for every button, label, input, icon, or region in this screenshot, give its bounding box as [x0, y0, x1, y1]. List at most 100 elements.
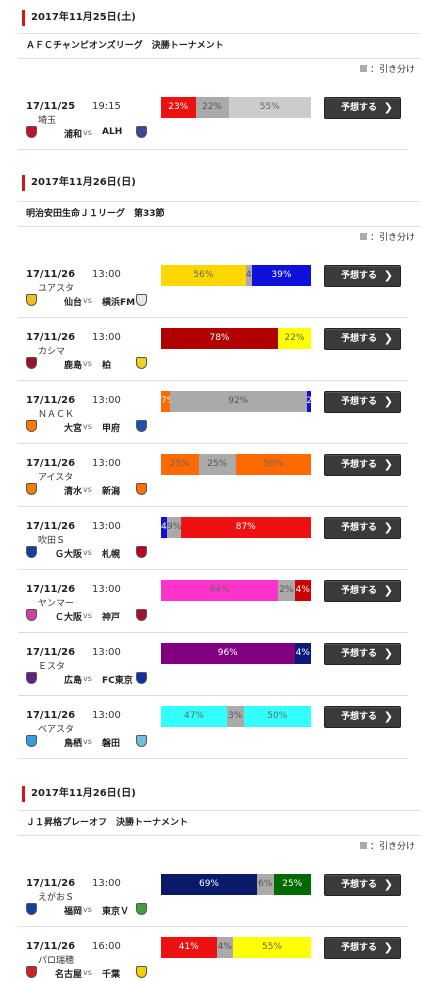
home-team-crest-icon [26, 609, 37, 621]
draw-legend: ：引き分け [360, 63, 415, 77]
venue-name: パロ瑞穂 [38, 956, 75, 966]
home-team-name: 清水 [63, 487, 82, 497]
prediction-bar: 96% 4% [161, 643, 311, 664]
chevron-right-icon: ❯ [383, 458, 393, 471]
home-team-crest-icon [26, 294, 37, 306]
predict-button-label: 予想する [341, 586, 378, 596]
away-team-crest-icon [136, 357, 147, 369]
match-date: 17/11/25 [26, 101, 76, 112]
home-team-name: Ｃ大阪 [54, 613, 82, 623]
away-team-crest-icon [136, 294, 147, 306]
home-team-crest-icon [26, 903, 37, 915]
predict-button[interactable]: 予想する ❯ [324, 97, 401, 119]
prediction-segment: 25% [273, 874, 311, 895]
predict-button[interactable]: 予想する ❯ [324, 328, 401, 350]
match-date: 17/11/26 [26, 710, 76, 721]
chevron-right-icon: ❯ [383, 584, 393, 597]
predict-button-label: 予想する [341, 460, 378, 470]
venue-name: ヤンマー [38, 599, 75, 609]
section-date-header: 2017年11月26日(日) [22, 786, 136, 802]
venue-name: 埼玉 [38, 116, 57, 126]
vs-label: vs [83, 485, 92, 494]
prediction-segment: 39% [251, 265, 311, 286]
kickoff-time: 13:00 [92, 710, 121, 721]
away-team-crest-icon [136, 735, 147, 747]
vs-label: vs [83, 905, 92, 914]
away-team-name: 甲府 [102, 424, 121, 434]
prediction-bar: 23% 22% 55% [161, 97, 311, 118]
teams: 浦和 vs ALH [24, 126, 154, 140]
prediction-segment: 9% [167, 517, 181, 538]
predict-button[interactable]: 予想する ❯ [324, 265, 401, 287]
prediction-segment: 3% [227, 706, 244, 727]
away-team-name: 柏 [102, 361, 112, 371]
match-date: 17/11/26 [26, 584, 76, 595]
home-team-crest-icon [26, 357, 37, 369]
home-team-crest-icon [26, 420, 37, 432]
chevron-right-icon: ❯ [383, 878, 393, 891]
kickoff-time: 13:00 [92, 521, 121, 532]
venue-name: カシマ [38, 347, 66, 357]
venue-name: ベアスタ [38, 725, 75, 735]
venue-name: Ｅスタ [38, 662, 66, 672]
match-date: 17/11/26 [26, 647, 76, 658]
prediction-segment: 22% [195, 97, 229, 118]
predict-button-label: 予想する [341, 649, 378, 659]
kickoff-time: 13:00 [92, 647, 121, 658]
prediction-bar: 94% 2% 4% [161, 580, 311, 601]
match-date: 17/11/26 [26, 269, 76, 280]
away-team-crest-icon [136, 420, 147, 432]
home-team-name: 鹿島 [63, 361, 82, 371]
draw-legend-label: ：引き分け [370, 65, 416, 75]
venue-name: ＮＡＣＫ [38, 410, 75, 420]
prediction-segment: 87% [180, 517, 311, 538]
home-team-name: 大宮 [63, 424, 82, 434]
section-date-header: 2017年11月26日(日) [22, 175, 136, 191]
away-team-name: 東京Ｖ [102, 907, 130, 917]
draw-legend: ：引き分け [360, 231, 415, 245]
match-date: 17/11/26 [26, 941, 76, 952]
kickoff-time: 16:00 [92, 941, 121, 952]
venue-name: ユアスタ [38, 284, 75, 294]
match-date: 17/11/26 [26, 395, 76, 406]
away-team-name: 札幌 [102, 550, 121, 560]
prediction-segment: 4% [294, 643, 311, 664]
prediction-bar: 56%4%39% [161, 265, 311, 286]
match-row: 17/11/26 13:00 ヤンマー Ｃ大阪 vs 神戸 94% 2% 4% 予想する ❯ [18, 570, 408, 633]
away-team-crest-icon [136, 672, 147, 684]
kickoff-time: 13:00 [92, 878, 121, 889]
away-team-name: ALH [102, 127, 123, 137]
prediction-segment: 41% [161, 937, 217, 958]
predict-button[interactable]: 予想する ❯ [324, 643, 401, 665]
vs-label: vs [83, 359, 92, 368]
prediction-segment: 50% [236, 454, 311, 475]
predict-button[interactable]: 予想する ❯ [324, 580, 401, 602]
away-team-crest-icon [136, 609, 147, 621]
venue-name: アイスタ [38, 473, 74, 483]
prediction-segment: 7% [161, 391, 170, 412]
predict-button[interactable]: 予想する ❯ [324, 706, 401, 728]
home-team-name: 仙台 [63, 298, 82, 308]
home-team-crest-icon [26, 735, 37, 747]
vs-label: vs [83, 611, 92, 620]
predict-button[interactable]: 予想する ❯ [324, 937, 401, 959]
predict-button[interactable]: 予想する ❯ [324, 874, 401, 896]
teams: 名古屋 vs 千葉 [24, 966, 154, 980]
chevron-right-icon: ❯ [383, 941, 393, 954]
section-date-header: 2017年11月25日(土) [22, 10, 136, 26]
draw-legend-swatch [360, 842, 367, 849]
kickoff-time: 13:00 [92, 332, 121, 343]
home-team-crest-icon [26, 966, 37, 978]
draw-legend-swatch [360, 233, 367, 240]
predict-button[interactable]: 予想する ❯ [324, 454, 401, 476]
prediction-bar: 41% 4% 55% [161, 937, 311, 958]
prediction-bar: 47% 3% 50% [161, 706, 311, 727]
away-team-name: FC東京 [102, 676, 133, 686]
prediction-segment: 4% [294, 580, 311, 601]
chevron-right-icon: ❯ [383, 332, 393, 345]
predict-button[interactable]: 予想する ❯ [324, 391, 401, 413]
chevron-right-icon: ❯ [383, 101, 393, 114]
match-row: 17/11/25 19:15 埼玉 浦和 vs ALH 23% 22% 55% 予想する ❯ [18, 87, 408, 150]
predict-button[interactable]: 予想する ❯ [324, 517, 401, 539]
predict-button-label: 予想する [341, 103, 378, 113]
